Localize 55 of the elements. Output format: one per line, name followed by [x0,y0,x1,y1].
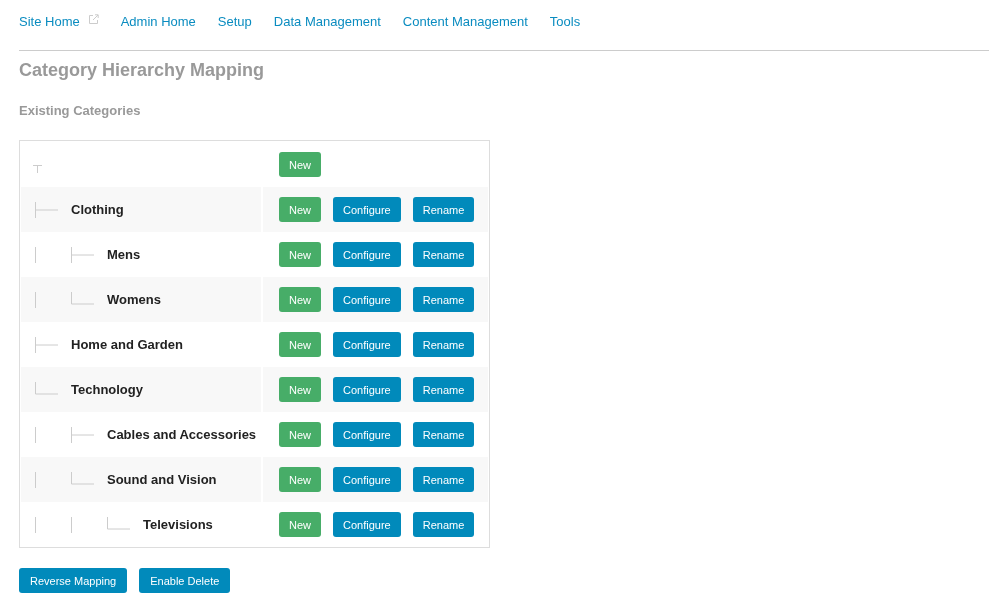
tree-branch-icon [71,425,95,444]
tree-root-icon [33,165,42,173]
rename-button[interactable]: Rename [412,377,475,402]
rename-button[interactable]: Rename [412,422,475,447]
new-button[interactable]: New [279,332,321,357]
rename-button[interactable]: Rename [412,242,475,267]
new-button[interactable]: New [279,377,321,402]
rename-button[interactable]: Rename [412,467,475,492]
nav-link[interactable]: Setup [217,14,252,29]
category-name: Womens [107,292,161,307]
external-link-icon [87,14,99,25]
nav-link[interactable]: Content Management [402,14,528,29]
category-name: Home and Garden [71,337,183,352]
nav-link[interactable]: Site Home [19,14,99,29]
configure-button[interactable]: Configure [333,512,401,537]
new-button[interactable]: New [279,152,321,177]
tree-line-icon [35,245,37,264]
category-name: Technology [71,382,143,397]
new-button[interactable]: New [279,467,321,492]
tree-branch-icon [35,200,59,219]
new-button[interactable]: New [279,197,321,222]
tree-line-icon [35,425,37,444]
category-name: Televisions [143,517,213,532]
tree-line-icon [35,470,37,489]
configure-button[interactable]: Configure [333,242,401,267]
new-button[interactable]: New [279,287,321,312]
configure-button[interactable]: Configure [333,197,401,222]
enable-delete-button[interactable]: Enable Delete [139,568,231,593]
new-button[interactable]: New [279,242,321,267]
rename-button[interactable]: Rename [412,332,475,357]
rename-button[interactable]: Rename [412,197,475,222]
category-name: Sound and Vision [107,472,217,487]
nav-link[interactable]: Data Management [273,14,381,29]
configure-button[interactable]: Configure [333,332,401,357]
nav-link[interactable]: Tools [549,14,581,29]
new-button[interactable]: New [279,512,321,537]
section-title: Existing Categories [19,103,142,118]
configure-button[interactable]: Configure [333,467,401,492]
nav-link[interactable]: Admin Home [120,14,196,29]
new-button[interactable]: New [279,422,321,447]
category-name: Mens [107,247,141,262]
rename-button[interactable]: Rename [412,287,475,312]
category-name: Cables and Accessories [107,427,257,442]
configure-button[interactable]: Configure [333,422,401,447]
reverse-mapping-button[interactable]: Reverse Mapping [19,568,128,593]
page-title: Category Hierarchy Mapping [19,60,266,81]
configure-button[interactable]: Configure [333,377,401,402]
category-name: Clothing [71,202,124,217]
configure-button[interactable]: Configure [333,287,401,312]
tree-branch-icon [71,245,95,264]
tree-line-icon [71,515,73,534]
tree-line-icon [35,515,37,534]
rename-button[interactable]: Rename [412,512,475,537]
tree-branch-icon [35,335,59,354]
tree-line-icon [35,290,37,309]
